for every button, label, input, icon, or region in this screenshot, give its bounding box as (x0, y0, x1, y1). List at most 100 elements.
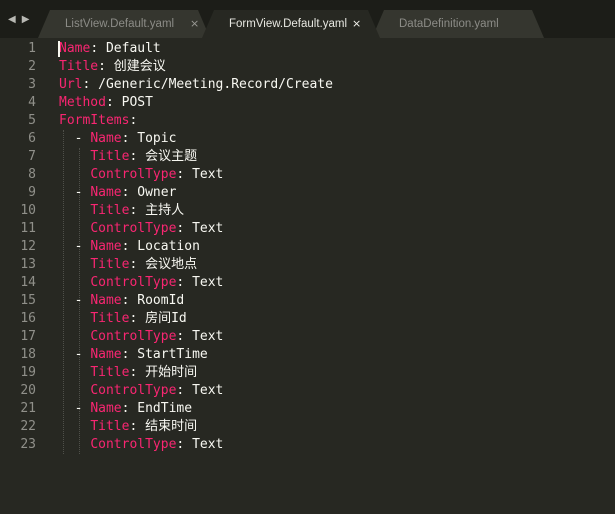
yaml-value: Location (137, 239, 200, 254)
yaml-key: ControlType (90, 167, 177, 182)
code-line[interactable]: Title: 创建会议 (59, 58, 333, 76)
yaml-colon: : (129, 419, 138, 434)
list-dash: - (74, 185, 91, 200)
yaml-value: 房间Id (145, 311, 187, 326)
code-line[interactable]: ControlType: Text (59, 274, 333, 292)
yaml-value: RoomId (137, 293, 185, 308)
yaml-key: Name (90, 347, 122, 362)
yaml-key: Title (90, 311, 130, 326)
yaml-value: POST (121, 95, 153, 110)
yaml-value: Text (192, 221, 224, 236)
code-line[interactable]: ControlType: Text (59, 436, 333, 454)
yaml-colon: : (176, 437, 185, 452)
code-content[interactable]: Name: Default Title: 创建会议 Url: /Generic/Me… (59, 40, 333, 454)
line-number: 16 (20, 311, 36, 326)
yaml-value: Text (192, 329, 224, 344)
line-number: 21 (20, 401, 36, 416)
yaml-colon: : (98, 59, 106, 74)
code-line[interactable]: FormItems: (59, 112, 333, 130)
yaml-value: Topic (137, 131, 177, 146)
yaml-colon: : (176, 275, 185, 290)
yaml-colon: : (121, 401, 130, 416)
chevron-right-icon[interactable]: ▶ (22, 14, 30, 25)
code-line[interactable]: - Name: EndTime (59, 400, 333, 418)
code-line[interactable]: Title: 开始时间 (59, 364, 333, 382)
tab-formview-default[interactable]: FormView.Default.yaml × (202, 10, 380, 38)
line-number: 10 (20, 203, 36, 218)
chevron-left-icon[interactable]: ◀ (8, 14, 16, 25)
yaml-key: Title (90, 419, 130, 434)
code-line[interactable]: ControlType: Text (59, 382, 333, 400)
yaml-colon: : (129, 113, 138, 128)
list-dash: - (74, 239, 91, 254)
code-line[interactable]: Title: 结束时间 (59, 418, 333, 436)
yaml-key: Title (90, 149, 130, 164)
tab-listview-default[interactable]: ListView.Default.yaml × (38, 10, 210, 38)
close-icon[interactable]: × (190, 17, 199, 30)
yaml-colon: : (129, 365, 138, 380)
code-line[interactable]: Title: 会议主题 (59, 148, 333, 166)
line-number: 19 (20, 365, 36, 380)
yaml-key: ControlType (90, 437, 177, 452)
yaml-value: Text (192, 437, 224, 452)
line-number: 15 (20, 293, 36, 308)
code-editor[interactable]: 1 2 3 4 5 6 7 8 9 10 11 12 13 14 15 16 17 18 19 20 21 22 23 Na… (0, 38, 615, 514)
line-number: 11 (20, 221, 36, 236)
yaml-colon: : (176, 329, 185, 344)
code-line[interactable]: ControlType: Text (59, 166, 333, 184)
yaml-value: StartTime (137, 347, 208, 362)
line-number: 6 (28, 131, 36, 146)
yaml-colon: : (176, 167, 185, 182)
yaml-colon: : (121, 347, 130, 362)
line-number: 4 (28, 95, 36, 110)
yaml-colon: : (121, 131, 130, 146)
yaml-colon: : (129, 311, 138, 326)
code-line[interactable]: Url: /Generic/Meeting.Record/Create (59, 76, 333, 94)
yaml-colon: : (82, 77, 91, 92)
text-cursor (58, 41, 60, 57)
list-dash: - (74, 131, 91, 146)
code-line[interactable]: - Name: Owner (59, 184, 333, 202)
yaml-value: /Generic/Meeting.Record/Create (98, 77, 333, 92)
code-line[interactable]: Title: 主持人 (59, 202, 333, 220)
close-icon[interactable]: × (352, 17, 361, 30)
code-line[interactable]: - Name: RoomId (59, 292, 333, 310)
yaml-key: Title (90, 203, 130, 218)
tab-bar: ◀ ▶ ListView.Default.yaml × DataDefiniti… (0, 0, 615, 38)
yaml-colon: : (121, 239, 130, 254)
line-number: 2 (28, 59, 36, 74)
code-line[interactable]: Method: POST (59, 94, 333, 112)
line-number: 23 (20, 437, 36, 452)
yaml-key: Name (90, 185, 122, 200)
code-line[interactable]: ControlType: Text (59, 328, 333, 346)
yaml-key: Name (90, 239, 122, 254)
yaml-colon: : (90, 41, 99, 56)
line-number: 17 (20, 329, 36, 344)
code-line[interactable]: - Name: StartTime (59, 346, 333, 364)
line-number: 7 (28, 149, 36, 164)
yaml-colon: : (176, 383, 185, 398)
line-number: 13 (20, 257, 36, 272)
tab-label: FormView.Default.yaml (229, 18, 348, 30)
yaml-colon: : (129, 257, 138, 272)
tab-label: ListView.Default.yaml (65, 18, 175, 30)
code-line[interactable]: Title: 会议地点 (59, 256, 333, 274)
code-line[interactable]: Name: Default (59, 40, 333, 58)
indent-guide (79, 148, 80, 454)
list-dash: - (74, 293, 91, 308)
code-line[interactable]: - Name: Location (59, 238, 333, 256)
line-number: 20 (20, 383, 36, 398)
yaml-key: ControlType (90, 383, 177, 398)
code-line[interactable]: Title: 房间Id (59, 310, 333, 328)
yaml-key: Title (90, 257, 130, 272)
code-line[interactable]: ControlType: Text (59, 220, 333, 238)
yaml-value: EndTime (137, 401, 193, 416)
yaml-key: ControlType (90, 221, 177, 236)
line-number: 9 (28, 185, 36, 200)
code-line[interactable]: - Name: Topic (59, 130, 333, 148)
tab-datadefinition[interactable]: DataDefinition.yaml (372, 10, 544, 38)
line-number: 5 (28, 113, 36, 128)
